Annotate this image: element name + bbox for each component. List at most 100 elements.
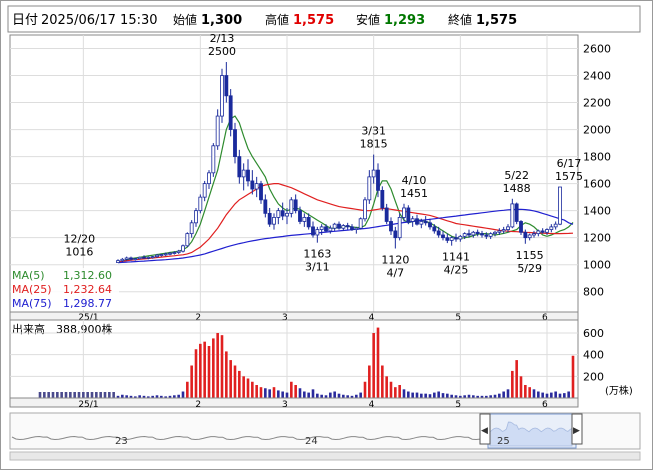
candle-body	[480, 233, 484, 236]
volume-bar	[64, 392, 68, 398]
volume-bar	[337, 393, 341, 398]
candle-body	[527, 234, 532, 239]
candle-body	[181, 245, 185, 252]
annotation-line1: 5/22	[504, 169, 529, 182]
month-tick-label-bottom: 6	[542, 400, 548, 410]
candle-body	[415, 218, 419, 225]
candle	[228, 89, 233, 137]
candle-body	[471, 231, 476, 236]
candle-body	[267, 212, 272, 225]
annotation-line1: 4/10	[402, 174, 427, 187]
volume-bar	[311, 389, 315, 398]
volume-bar	[181, 391, 185, 398]
volume-bar	[389, 381, 393, 398]
candle-body	[172, 252, 177, 254]
annotation-line1: 1163	[303, 248, 331, 261]
volume-bar	[229, 360, 232, 398]
volume-bar	[199, 343, 202, 398]
annotation-line1: 2/13	[210, 32, 235, 45]
volume-bar	[437, 391, 440, 398]
price-y-tick: 2200	[583, 97, 611, 110]
candle	[363, 197, 367, 222]
candle	[514, 202, 519, 225]
candle-body	[449, 237, 454, 241]
volume-bar	[77, 392, 81, 398]
legend-ma5-value: 1,312.60	[63, 269, 112, 282]
candle-body	[202, 183, 207, 198]
header-low-value: 1,293	[384, 13, 425, 28]
candle	[358, 217, 363, 230]
navigator-right-handle[interactable]: ▶	[571, 413, 583, 445]
candle-body	[224, 75, 229, 97]
volume-bar	[255, 385, 258, 398]
volume-bar	[108, 392, 111, 398]
candle-body	[207, 172, 211, 185]
volume-bar	[558, 393, 562, 398]
candle-body	[497, 230, 502, 233]
volume-bar	[316, 393, 319, 398]
navigator-left-handle[interactable]: ◀	[479, 413, 491, 445]
price-y-tick: 1600	[583, 178, 611, 191]
volume-bar	[225, 351, 228, 398]
candle-body	[194, 210, 198, 224]
volume-bar	[359, 392, 362, 398]
volume-bar	[376, 327, 380, 398]
price-y-tick: 1000	[583, 259, 611, 272]
month-tick-label-bottom: 5	[455, 400, 461, 410]
volume-bar	[251, 381, 254, 398]
volume-bar	[550, 392, 553, 398]
candle-body	[384, 207, 389, 222]
candle-body	[419, 221, 424, 225]
candle-body	[488, 233, 493, 237]
annotation-line2: 4/7	[386, 266, 404, 279]
candle-body	[129, 257, 133, 260]
candle-body	[211, 145, 216, 174]
candle-body	[506, 226, 510, 230]
volume-bar	[190, 365, 193, 398]
candle-body	[393, 230, 398, 239]
candle-body	[432, 226, 437, 232]
month-tick-label-bottom: 25/1	[78, 400, 98, 410]
volume-bar	[532, 389, 536, 398]
candle-body	[380, 189, 385, 209]
volume-bar	[272, 387, 276, 398]
price-y-tick: 1400	[583, 205, 611, 218]
volume-bar	[203, 341, 206, 398]
candle-body	[519, 221, 523, 233]
volume-bar	[441, 393, 445, 398]
candle-body	[280, 210, 285, 217]
annotation-line1: 12/20	[63, 233, 95, 246]
volume-y-tick-labels: 200 400 600	[583, 327, 604, 383]
price-y-tick: 2400	[583, 70, 611, 83]
volume-bar	[398, 385, 401, 398]
navigator-scrollbar[interactable]	[9, 451, 641, 461]
volume-bar	[368, 365, 371, 398]
month-tick-label-bottom: 4	[369, 400, 375, 410]
volume-bar	[537, 391, 540, 398]
volume-bar	[69, 392, 72, 398]
volume-bar	[220, 335, 224, 398]
volume-bar	[519, 376, 523, 398]
volume-bar	[47, 392, 50, 398]
price-y-tick: 2600	[583, 43, 611, 56]
price-y-tick: 800	[583, 286, 604, 299]
candle-body	[345, 225, 350, 228]
candle-body	[536, 230, 541, 235]
candle-body	[254, 183, 259, 190]
volume-y-tick: 200	[583, 370, 604, 383]
volume-bar	[294, 385, 297, 398]
navigator-label-24: 24	[305, 436, 318, 447]
volume-bar	[99, 392, 102, 398]
candle-body	[168, 252, 172, 255]
header-high-value: 1,575	[293, 13, 334, 28]
volume-bar	[82, 392, 85, 398]
legend-ma75-value: 1,298.77	[63, 297, 112, 310]
price-y-tick: 1200	[583, 232, 611, 245]
annotation-line1: 1141	[442, 251, 470, 264]
volume-bar	[541, 392, 544, 398]
volume-unit: (万株)	[605, 384, 633, 397]
volume-bar	[394, 387, 397, 398]
candle-body	[376, 169, 380, 191]
month-tick-label-bottom: 3	[282, 400, 288, 410]
volume-bar	[433, 392, 436, 398]
